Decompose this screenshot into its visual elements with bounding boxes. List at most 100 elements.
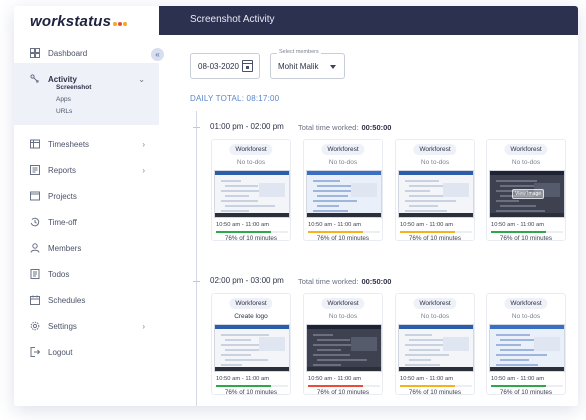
todo-label: No to-dos xyxy=(511,159,541,166)
activity-percent: 76% of 10 minutes xyxy=(408,389,462,396)
view-image-button[interactable]: View Image xyxy=(512,189,544,199)
chevron-right-icon: › xyxy=(142,321,145,331)
slot-total-value: 00:50:00 xyxy=(361,122,392,132)
screenshot-thumbnail[interactable] xyxy=(489,324,565,372)
main-content: Screenshot Activity 08-03-2020 Select me… xyxy=(159,6,578,406)
todo-label: No to-dos xyxy=(328,159,358,166)
activity-bar-fill xyxy=(400,231,455,233)
slot-time-range: 01:00 pm - 02:00 pm xyxy=(210,122,284,131)
brand-dots xyxy=(112,13,128,30)
activity-bar-fill xyxy=(308,231,363,233)
todos-icon xyxy=(30,269,40,279)
chevron-right-icon: › xyxy=(142,165,145,175)
sidebar-item-timesheets[interactable]: Timesheets › xyxy=(14,134,159,154)
activity-percent: 76% of 10 minutes xyxy=(316,389,370,396)
project-tag: Workforest xyxy=(413,298,457,309)
sidebar-item-label: Settings xyxy=(48,321,77,331)
app-window: workstatus Dashboard Activity ⌄ Screenshot… xyxy=(14,6,578,406)
calendar-icon[interactable] xyxy=(242,60,253,72)
collapse-sidebar-button[interactable]: « xyxy=(151,48,164,61)
activity-percent: 76% of 10 minutes xyxy=(408,235,462,242)
sidebar-item-logout[interactable]: Logout xyxy=(14,342,159,362)
screenshot-thumbnail[interactable] xyxy=(306,324,382,372)
screenshot-card[interactable]: Workforest No to-dos 10:50 am - 11:00 am… xyxy=(303,139,383,242)
screenshot-card[interactable]: Workforest No to-dos View Image 10:50 am… xyxy=(486,139,566,242)
screenshot-card[interactable]: Workforest No to-dos 10:50 am - 11:00 am… xyxy=(395,293,475,396)
todo-label: No to-dos xyxy=(236,159,266,166)
slot-total-label: Total time worked: xyxy=(298,122,359,132)
screenshot-thumbnail[interactable] xyxy=(306,170,382,218)
screenshot-thumbnail[interactable] xyxy=(398,170,474,218)
screenshot-thumbnail[interactable] xyxy=(214,324,290,372)
screenshot-card[interactable]: Workforest No to-dos 10:50 am - 11:00 am… xyxy=(211,139,291,242)
daily-total: DAILY TOTAL: 08:17:00 xyxy=(190,94,280,103)
capture-time-range: 10:50 am - 11:00 am xyxy=(491,376,545,382)
timesheets-icon xyxy=(30,139,40,149)
project-tag: Workforest xyxy=(504,298,548,309)
sidebar-item-projects[interactable]: Projects xyxy=(14,186,159,206)
brand-dot xyxy=(113,22,118,26)
timeoff-icon xyxy=(30,217,40,227)
sidebar-item-settings[interactable]: Settings › xyxy=(14,316,159,336)
capture-time-range: 10:50 am - 11:00 am xyxy=(400,376,454,382)
page-title: Screenshot Activity xyxy=(190,14,275,25)
capture-time-range: 10:50 am - 11:00 am xyxy=(216,222,270,228)
date-value: 08-03-2020 xyxy=(198,61,239,71)
activity-bar xyxy=(308,385,380,387)
project-tag: Workforest xyxy=(229,298,273,309)
members-icon xyxy=(30,243,40,253)
timeline-line xyxy=(196,111,197,406)
sidebar-item-schedules[interactable]: Schedules xyxy=(14,290,159,310)
activity-icon xyxy=(30,74,40,84)
slot-total-value: 00:50:00 xyxy=(361,276,392,286)
activity-bar xyxy=(216,231,288,233)
date-picker[interactable]: 08-03-2020 xyxy=(190,53,260,79)
activity-bar-fill xyxy=(216,385,271,387)
screenshot-card[interactable]: Workforest Create logo 10:50 am - 11:00 … xyxy=(211,293,291,396)
sidebar-item-label: Members xyxy=(48,243,82,253)
project-tag: Workforest xyxy=(413,144,457,155)
sidebar-subitem-apps[interactable]: Apps xyxy=(56,96,71,103)
sidebar-item-label: Logout xyxy=(48,347,73,357)
sidebar-item-label: Reports xyxy=(48,165,77,175)
chevron-down-icon: ⌄ xyxy=(138,74,145,84)
slot-time-range: 02:00 pm - 03:00 pm xyxy=(210,276,284,285)
sidebar-item-dashboard[interactable]: Dashboard xyxy=(14,43,159,63)
member-select-value: Mohit Malik xyxy=(278,62,319,71)
sidebar-item-label: Schedules xyxy=(48,295,86,305)
screenshot-card[interactable]: Workforest No to-dos 10:50 am - 11:00 am… xyxy=(486,293,566,396)
sidebar-item-timeoff[interactable]: Time-off xyxy=(14,212,159,232)
todo-label: No to-dos xyxy=(420,159,450,166)
sidebar-item-reports[interactable]: Reports › xyxy=(14,160,159,180)
activity-percent: 76% of 10 minutes xyxy=(224,389,278,396)
timeline-marker xyxy=(193,281,200,282)
activity-bar-fill xyxy=(308,385,363,387)
activity-percent: 76% of 10 minutes xyxy=(316,235,370,242)
screenshot-card[interactable]: Workforest No to-dos 10:50 am - 11:00 am… xyxy=(395,139,475,242)
screenshot-thumbnail[interactable]: View Image xyxy=(489,170,565,218)
sidebar-subitem-urls[interactable]: URLs xyxy=(56,108,72,115)
brand-logo[interactable]: workstatus xyxy=(30,13,128,30)
member-select[interactable]: Select members Mohit Malik xyxy=(270,49,345,79)
schedules-icon xyxy=(30,295,40,305)
sidebar-item-todos[interactable]: Todos xyxy=(14,264,159,284)
todo-label: No to-dos xyxy=(511,313,541,320)
sidebar-item-label: Todos xyxy=(48,269,70,279)
settings-icon xyxy=(30,321,40,331)
screenshot-card[interactable]: Workforest No to-dos 10:50 am - 11:00 am… xyxy=(303,293,383,396)
screenshot-thumbnail[interactable] xyxy=(398,324,474,372)
activity-bar-fill xyxy=(491,385,546,387)
activity-bar xyxy=(491,231,563,233)
activity-bar xyxy=(400,231,472,233)
sidebar-item-members[interactable]: Members xyxy=(14,238,159,258)
slot-total-label: Total time worked: xyxy=(298,276,359,286)
slot-total-time: Total time worked: 00:50:00 xyxy=(298,123,391,132)
brand-dot xyxy=(123,22,128,26)
sidebar-item-label: Time-off xyxy=(48,217,77,227)
activity-bar xyxy=(308,231,380,233)
screenshot-thumbnail[interactable] xyxy=(214,170,290,218)
todo-label: No to-dos xyxy=(328,313,358,320)
chevron-right-icon: › xyxy=(142,139,145,149)
sidebar-subitem-screenshot[interactable]: Screenshot xyxy=(56,84,91,91)
member-select-label: Select members xyxy=(277,49,321,55)
